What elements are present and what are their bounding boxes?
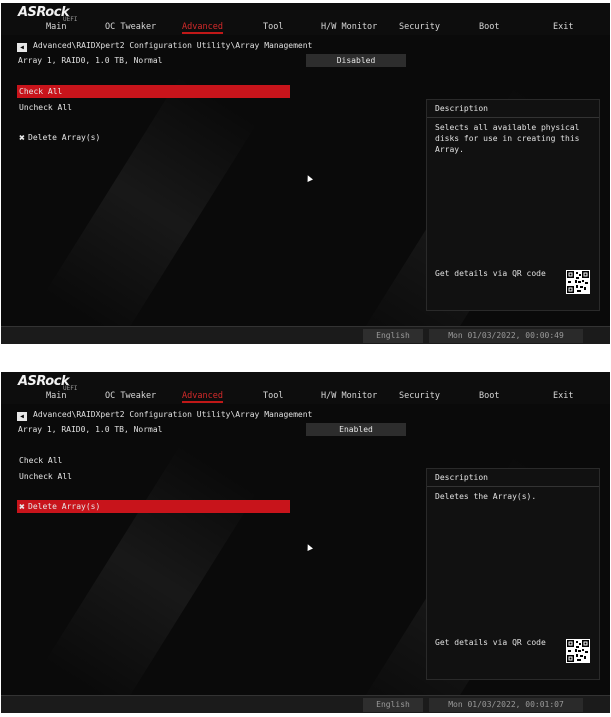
language-selector[interactable]: English <box>363 698 423 712</box>
back-arrow-icon[interactable]: ◀ <box>17 412 27 421</box>
description-title: Description <box>435 104 488 113</box>
array-value-button[interactable]: Enabled <box>306 423 406 436</box>
datetime-display: Mon 01/03/2022, 00:00:49 <box>429 329 583 343</box>
breadcrumb-text: Advanced\RAIDXpert2 Configuration Utilit… <box>33 410 313 419</box>
tab-boot[interactable]: Boot <box>479 22 499 32</box>
qr-label: Get details via QR code <box>435 638 546 647</box>
tab-advanced[interactable]: Advanced <box>182 391 223 403</box>
tab-boot[interactable]: Boot <box>479 391 499 401</box>
tab-main[interactable]: Main <box>46 391 66 401</box>
status-bar: English Mon 01/03/2022, 00:01:07 <box>1 695 610 713</box>
tab-exit[interactable]: Exit <box>553 22 573 32</box>
tab-oc-tweaker[interactable]: OC Tweaker <box>105 391 156 401</box>
tools-icon: ✖ <box>19 502 26 513</box>
array-value-button[interactable]: Disabled <box>306 54 406 67</box>
check-all-item[interactable]: Check All <box>19 454 62 467</box>
breadcrumb: ◀ Advanced\RAIDXpert2 Configuration Utili… <box>17 41 312 52</box>
description-text: Deletes the Array(s). <box>435 492 537 501</box>
divider <box>427 117 599 118</box>
tools-icon: ✖ <box>19 133 26 144</box>
background-stripe <box>43 73 259 343</box>
tab-hw-monitor[interactable]: H/W Monitor <box>321 22 377 32</box>
asrock-logo: ASRock <box>18 374 70 389</box>
mouse-cursor-icon <box>305 543 313 551</box>
delete-array-item[interactable]: ✖ Delete Array(s) <box>19 500 100 514</box>
qr-code-icon <box>566 270 590 294</box>
breadcrumb: ◀ Advanced\RAIDXpert2 Configuration Utili… <box>17 410 312 421</box>
tab-security[interactable]: Security <box>399 391 440 401</box>
bios-screen-1: ASRock UEFI Main OC Tweaker Advanced Too… <box>1 3 610 344</box>
tab-exit[interactable]: Exit <box>553 391 573 401</box>
breadcrumb-text: Advanced\RAIDXpert2 Configuration Utilit… <box>33 41 313 50</box>
top-bar: ASRock UEFI Main OC Tweaker Advanced Too… <box>1 372 610 404</box>
description-panel: Description Selects all available physic… <box>426 99 600 311</box>
description-text: Selects all available physical disks for… <box>435 123 580 154</box>
divider <box>427 486 599 487</box>
description-title: Description <box>435 473 488 482</box>
array-label: Array 1, RAID0, 1.0 TB, Normal <box>18 425 163 434</box>
tab-advanced[interactable]: Advanced <box>182 22 223 34</box>
tab-hw-monitor[interactable]: H/W Monitor <box>321 391 377 401</box>
status-bar: English Mon 01/03/2022, 00:00:49 <box>1 326 610 344</box>
datetime-display: Mon 01/03/2022, 00:01:07 <box>429 698 583 712</box>
tab-tool[interactable]: Tool <box>263 22 283 32</box>
background-stripe <box>43 442 259 712</box>
array-label: Array 1, RAID0, 1.0 TB, Normal <box>18 56 163 65</box>
tab-main[interactable]: Main <box>46 22 66 32</box>
back-arrow-icon[interactable]: ◀ <box>17 43 27 52</box>
tab-security[interactable]: Security <box>399 22 440 32</box>
check-all-item[interactable]: Check All <box>19 85 62 98</box>
uncheck-all-item[interactable]: Uncheck All <box>19 470 72 483</box>
delete-array-label: Delete Array(s) <box>28 133 101 142</box>
language-selector[interactable]: English <box>363 329 423 343</box>
delete-array-item[interactable]: ✖ Delete Array(s) <box>19 131 100 145</box>
qr-label: Get details via QR code <box>435 269 546 278</box>
bios-screen-2: ASRock UEFI Main OC Tweaker Advanced Too… <box>1 372 610 713</box>
asrock-logo: ASRock <box>18 5 70 20</box>
qr-code-icon <box>566 639 590 663</box>
mouse-cursor-icon <box>305 174 313 182</box>
top-bar: ASRock UEFI Main OC Tweaker Advanced Too… <box>1 3 610 35</box>
tab-tool[interactable]: Tool <box>263 391 283 401</box>
delete-array-label: Delete Array(s) <box>28 502 101 511</box>
uncheck-all-item[interactable]: Uncheck All <box>19 101 72 114</box>
description-panel: Description Deletes the Array(s). Get de… <box>426 468 600 680</box>
tab-oc-tweaker[interactable]: OC Tweaker <box>105 22 156 32</box>
